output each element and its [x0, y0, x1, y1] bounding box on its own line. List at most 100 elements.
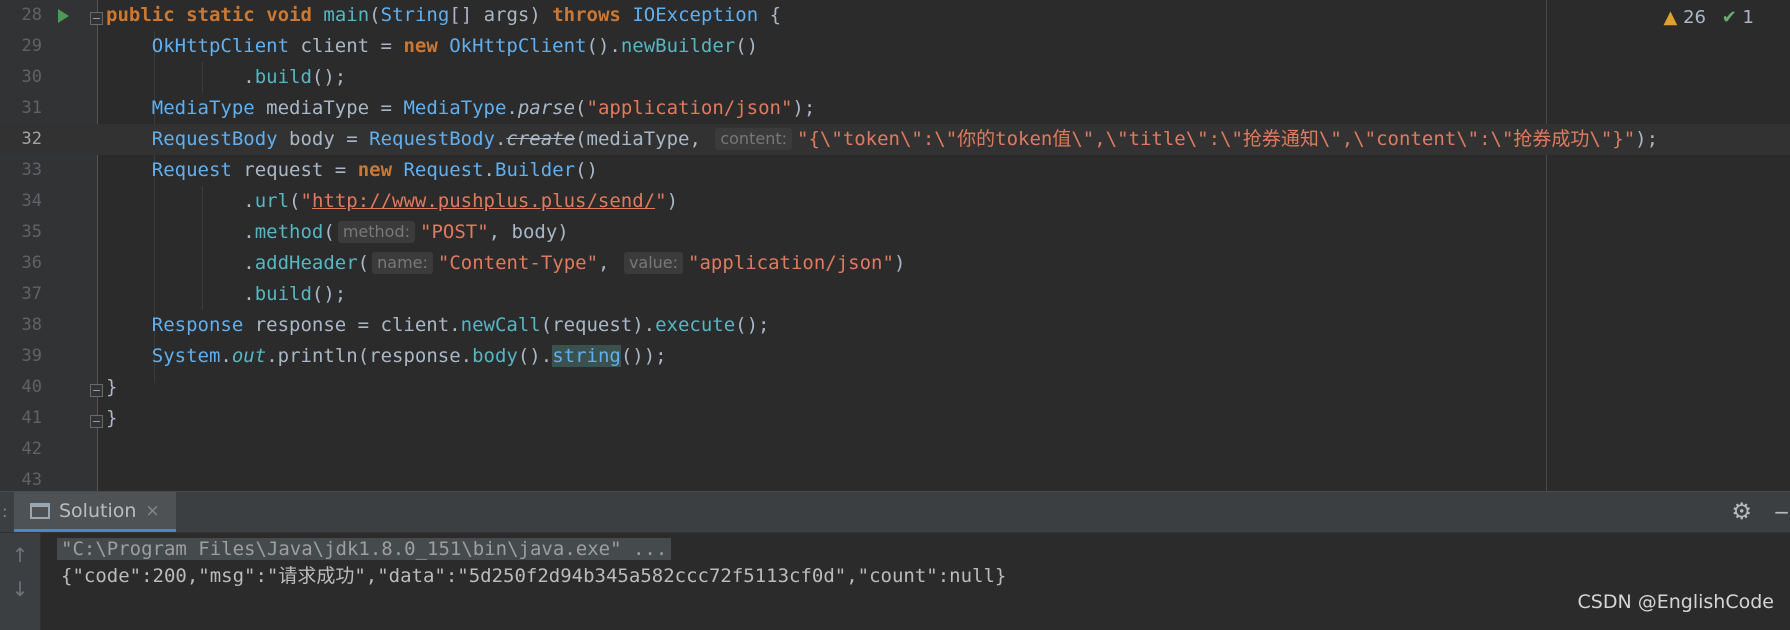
code-text[interactable]: System.out.println(response.body().strin… — [106, 341, 667, 372]
line-number[interactable]: 33 — [0, 155, 42, 186]
code-token: . — [106, 221, 255, 243]
code-token: (); — [311, 66, 347, 88]
close-icon[interactable]: × — [145, 501, 159, 521]
fold-icon[interactable] — [90, 415, 103, 428]
run-toolbar: ↑ ↓ — [0, 533, 41, 630]
code-token: new — [403, 35, 438, 57]
code-token: ( — [323, 221, 335, 243]
code-text[interactable]: MediaType mediaType = MediaType.parse("a… — [106, 93, 816, 124]
code-token: public — [106, 4, 175, 26]
arrow-up-icon[interactable]: ↑ — [8, 543, 32, 567]
code-line[interactable]: 29 OkHttpClient client = new OkHttpClien… — [0, 31, 1790, 62]
line-number[interactable]: 29 — [0, 31, 42, 62]
arrow-down-icon[interactable]: ↓ — [8, 577, 32, 601]
code-token: " — [300, 190, 312, 212]
line-number[interactable]: 42 — [0, 434, 42, 465]
code-token: Request — [151, 159, 232, 181]
fold-icon[interactable] — [90, 384, 103, 397]
code-token: ( — [575, 97, 587, 119]
line-number[interactable]: 40 — [0, 372, 42, 403]
inspection-widget[interactable]: ▲ 26 ✔ 1 — [1664, 7, 1755, 28]
code-line[interactable]: 30 .build(); — [0, 62, 1790, 93]
code-text[interactable]: .addHeader(name: "Content-Type", value: "a… — [106, 248, 905, 279]
line-number[interactable]: 34 — [0, 186, 42, 217]
code-line[interactable]: 34 .url("http://www.pushplus.plus/send/"… — [0, 186, 1790, 217]
code-line[interactable]: 35 .method(method: "POST", body) — [0, 217, 1790, 248]
code-token: ) — [893, 252, 906, 274]
code-line[interactable]: 28 public static void main(String[] args)… — [0, 0, 1790, 31]
code-text[interactable]: Response response = client.newCall(reque… — [106, 310, 770, 341]
code-token: ( — [357, 252, 370, 274]
minimize-icon[interactable]: − — [1773, 492, 1790, 532]
code-line[interactable]: 36 .addHeader(name: "Content-Type", value… — [0, 248, 1790, 279]
code-token: ); — [1635, 128, 1659, 150]
code-token: . — [483, 159, 495, 181]
parameter-hint: content: — [715, 128, 792, 150]
code-token: ); — [792, 97, 816, 119]
code-token: ) — [666, 190, 679, 212]
code-token: "Content-Type" — [437, 252, 599, 274]
code-token: (); — [735, 314, 770, 336]
run-gutter-icon[interactable] — [58, 9, 69, 23]
fold-icon[interactable] — [90, 12, 103, 25]
tab-solution[interactable]: Solution × — [14, 492, 176, 532]
code-token: String — [380, 4, 450, 26]
parameter-hint: method: — [337, 221, 415, 243]
code-line[interactable]: 41} — [0, 403, 1790, 434]
line-number[interactable]: 35 — [0, 217, 42, 248]
line-number[interactable]: 28 — [0, 0, 42, 31]
code-text[interactable]: public static void main(String[] args) t… — [106, 0, 781, 31]
line-number[interactable]: 36 — [0, 248, 42, 279]
console-output[interactable]: "C:\Program Files\Java\jdk1.8.0_151\bin\… — [52, 533, 1790, 630]
code-token: . — [106, 66, 255, 88]
code-token: void — [266, 4, 312, 26]
code-text[interactable]: .method(method: "POST", body) — [106, 217, 569, 248]
line-number[interactable]: 43 — [0, 465, 42, 491]
code-token: } — [106, 376, 118, 398]
code-text[interactable]: .build(); — [106, 279, 346, 310]
code-line[interactable]: 32 RequestBody body = RequestBody.create… — [0, 124, 1790, 155]
code-line[interactable]: 39 System.out.println(response.body().st… — [0, 341, 1790, 372]
console-window-icon — [30, 502, 50, 519]
code-token: newBuilder — [620, 35, 736, 57]
line-number[interactable]: 30 — [0, 62, 42, 93]
line-number[interactable]: 41 — [0, 403, 42, 434]
code-token: Response — [151, 314, 244, 336]
run-panel: : Solution × ⚙ − ↑ ↓ "C:\Program Files\J… — [0, 491, 1790, 630]
code-text[interactable]: } — [106, 372, 117, 403]
code-token: mediaType = — [254, 97, 404, 119]
code-text[interactable]: .build(); — [106, 62, 346, 93]
code-line[interactable]: 42 — [0, 434, 1790, 465]
code-line[interactable]: 31 MediaType mediaType = MediaType.parse… — [0, 93, 1790, 124]
tab-label: Solution — [59, 499, 137, 522]
code-line[interactable]: 38 Response response = client.newCall(re… — [0, 310, 1790, 341]
line-number[interactable]: 37 — [0, 279, 42, 310]
code-line[interactable]: 33 Request request = new Request.Builder… — [0, 155, 1790, 186]
code-token: out — [231, 345, 267, 367]
code-line[interactable]: 40} — [0, 372, 1790, 403]
code-token: () — [575, 159, 598, 181]
code-text[interactable]: OkHttpClient client = new OkHttpClient()… — [106, 31, 758, 62]
line-number[interactable]: 39 — [0, 341, 42, 372]
code-token: (); — [311, 283, 347, 305]
line-number[interactable]: 38 — [0, 310, 42, 341]
code-text[interactable]: Request request = new Request.Builder() — [106, 155, 598, 186]
code-editor[interactable]: 28 public static void main(String[] args)… — [0, 0, 1790, 491]
code-line[interactable]: 43 — [0, 465, 1790, 491]
code-token: parse — [517, 97, 576, 119]
gear-icon[interactable]: ⚙ — [1731, 492, 1752, 532]
code-line[interactable]: 37 .build(); — [0, 279, 1790, 310]
code-token: IOException — [632, 4, 759, 26]
code-text[interactable]: RequestBody body = RequestBody.create(me… — [106, 124, 1658, 155]
line-number[interactable]: 32 — [0, 124, 42, 155]
code-token: OkHttpClient — [449, 35, 587, 57]
code-text[interactable]: } — [106, 403, 117, 434]
line-number[interactable]: 31 — [0, 93, 42, 124]
code-text[interactable]: .url("http://www.pushplus.plus/send/") — [106, 186, 678, 217]
code-token: body = — [277, 128, 370, 150]
warning-icon: ▲ — [1663, 7, 1678, 28]
